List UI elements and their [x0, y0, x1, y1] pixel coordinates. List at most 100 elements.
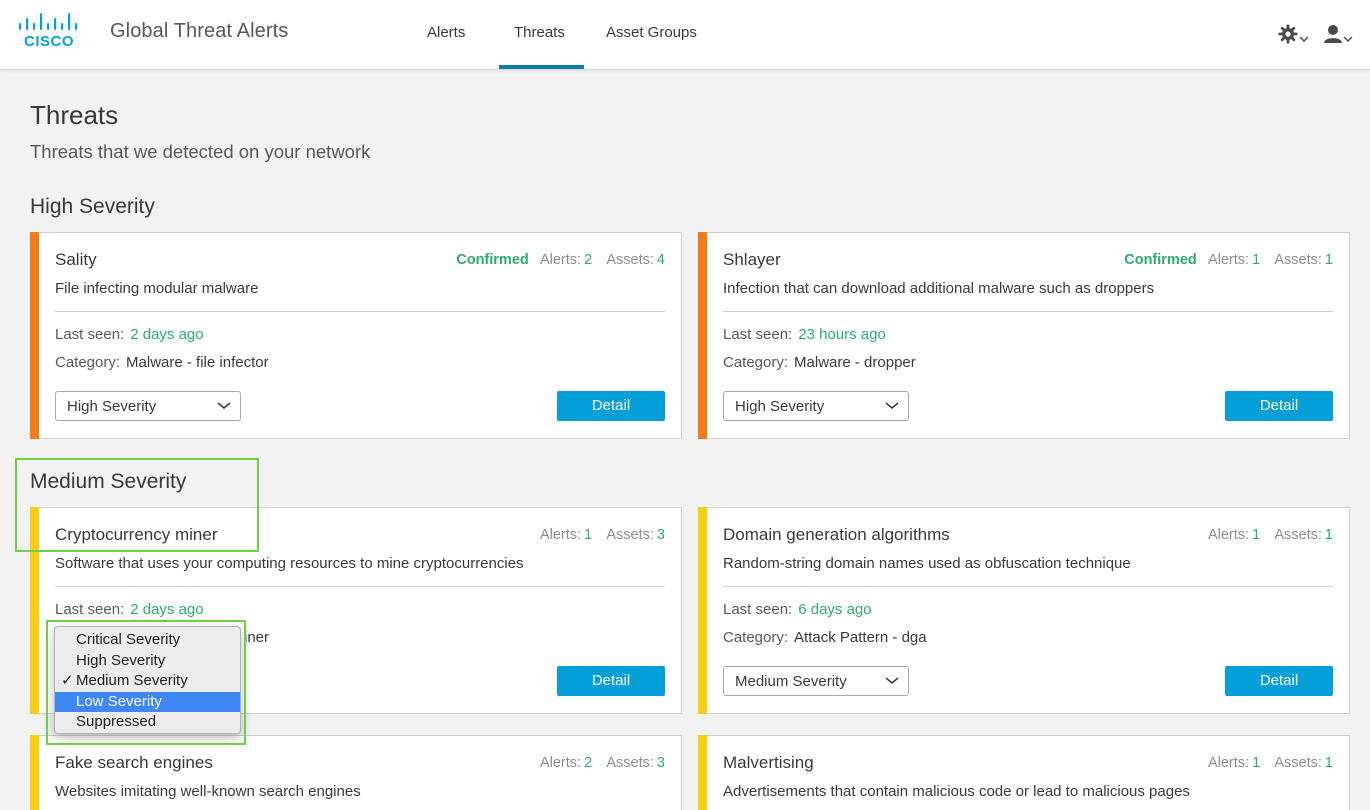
threat-stats: Confirmed Alerts: 1 Assets: 1 [1124, 252, 1333, 268]
threat-card-malvertising: Malvertising Alerts: 1 Assets: 1 Advertise… [698, 735, 1350, 810]
assets-label: Assets: [606, 755, 654, 771]
threat-description: File infecting modular malware [55, 280, 259, 297]
assets-label: Assets: [1274, 755, 1322, 771]
threat-stats: Alerts: 1 Assets: 1 [1208, 527, 1333, 543]
alerts-count: 2 [584, 755, 593, 771]
threat-card-shlayer: Shlayer Confirmed Alerts: 1 Assets: 1 Infe… [698, 232, 1350, 439]
tab-threats[interactable]: Threats [514, 24, 565, 41]
category-value: Malware - dropper [794, 354, 916, 371]
active-tab-indicator [499, 65, 584, 69]
threat-name[interactable]: Domain generation algorithms [723, 525, 950, 545]
threat-stats: Alerts: 1 Assets: 1 [1208, 755, 1333, 771]
category-label: Category: [723, 629, 789, 646]
category-row: Category: Malware - file infector [55, 354, 269, 371]
threat-description: Random-string domain names used as obfus… [723, 555, 1131, 572]
threat-card-sality: Sality Confirmed Alerts: 2 Assets: 4 File … [30, 232, 682, 439]
divider [55, 311, 665, 312]
category-row: Category: Malware - dropper [723, 354, 916, 371]
assets-label: Assets: [606, 252, 654, 268]
last-seen-row: Last seen: 2 days ago [55, 326, 204, 343]
alerts-count: 1 [1252, 252, 1261, 268]
assets-label: Assets: [1274, 527, 1322, 543]
last-seen-value: 6 days ago [798, 601, 872, 618]
assets-count: 1 [1324, 755, 1333, 771]
severity-value: Medium Severity [735, 673, 847, 690]
assets-label: Assets: [606, 527, 654, 543]
alerts-label: Alerts: [539, 252, 582, 268]
confirmed-badge: Confirmed [456, 252, 529, 268]
threat-description: Software that uses your computing resour… [55, 555, 524, 572]
category-value: Malware - file infector [126, 354, 269, 371]
chevron-down-icon [217, 402, 231, 409]
section-title-high: High Severity [30, 195, 155, 218]
category-value: Attack Pattern - dga [794, 629, 927, 646]
chevron-down-icon [885, 677, 899, 684]
category-row: Category: Attack Pattern - dga [723, 629, 927, 646]
settings-menu[interactable] [1278, 22, 1314, 48]
last-seen-label: Last seen: [723, 326, 793, 343]
alerts-label: Alerts: [1207, 252, 1250, 268]
threat-name[interactable]: Fake search engines [55, 753, 213, 773]
detail-button[interactable]: Detail [1225, 391, 1333, 421]
threat-card-domain-generation-algorithms: Domain generation algorithms Alerts: 1 As… [698, 507, 1350, 714]
chevron-down-icon [1299, 36, 1309, 42]
threat-stats: Alerts: 1 Assets: 3 [540, 527, 665, 543]
last-seen-value: 23 hours ago [798, 326, 886, 343]
severity-stripe [698, 232, 707, 439]
detail-button[interactable]: Detail [557, 666, 665, 696]
top-nav-bar: CISCO Global Threat Alerts Alerts Threat… [0, 0, 1370, 70]
severity-select[interactable]: High Severity [55, 391, 241, 421]
tab-asset-groups[interactable]: Asset Groups [606, 24, 697, 41]
category-value-partial: iner [244, 629, 270, 646]
assets-count: 1 [1324, 252, 1333, 268]
severity-select[interactable]: Medium Severity [723, 666, 909, 696]
detail-button[interactable]: Detail [557, 391, 665, 421]
severity-stripe [698, 735, 707, 810]
gear-icon [1278, 24, 1309, 44]
severity-select[interactable]: High Severity [723, 391, 909, 421]
assets-count: 1 [1324, 527, 1333, 543]
category-label: Category: [723, 354, 789, 371]
last-seen-label: Last seen: [55, 326, 125, 343]
alerts-count: 1 [1252, 527, 1261, 543]
alerts-count: 1 [1252, 755, 1261, 771]
last-seen-row: Last seen: 2 days ago [55, 601, 204, 618]
alerts-label: Alerts: [539, 755, 582, 771]
divider [55, 586, 665, 587]
severity-value: High Severity [735, 398, 825, 415]
threat-name[interactable]: Shlayer [723, 250, 781, 270]
alerts-label: Alerts: [539, 527, 582, 543]
user-menu[interactable] [1322, 22, 1358, 48]
last-seen-value: 2 days ago [130, 326, 204, 343]
last-seen-row: Last seen: 23 hours ago [723, 326, 886, 343]
alerts-label: Alerts: [1207, 755, 1250, 771]
divider [723, 311, 1333, 312]
page-title: Threats [30, 100, 119, 130]
threat-description: Advertisements that contain malicious co… [723, 783, 1190, 800]
threat-description: Infection that can download additional m… [723, 280, 1155, 297]
last-seen-row: Last seen: 6 days ago [723, 601, 872, 618]
last-seen-label: Last seen: [55, 601, 125, 618]
detail-button[interactable]: Detail [1225, 666, 1333, 696]
threat-stats: Confirmed Alerts: 2 Assets: 4 [456, 252, 665, 268]
assets-count: 3 [656, 527, 665, 543]
alerts-count: 2 [584, 252, 593, 268]
chevron-down-icon [1343, 36, 1353, 42]
threat-stats: Alerts: 2 Assets: 3 [540, 755, 665, 771]
alerts-count: 1 [584, 527, 593, 543]
category-label: Category: [55, 354, 121, 371]
divider [723, 586, 1333, 587]
threat-name[interactable]: Sality [55, 250, 97, 270]
severity-stripe [30, 232, 39, 439]
threat-card-fake-search-engines: Fake search engines Alerts: 2 Assets: 3 We… [30, 735, 682, 810]
severity-stripe [30, 735, 39, 810]
assets-label: Assets: [1274, 252, 1322, 268]
cisco-logo[interactable]: CISCO [18, 12, 82, 50]
last-seen-label: Last seen: [723, 601, 793, 618]
tab-alerts[interactable]: Alerts [427, 24, 465, 41]
threat-name[interactable]: Malvertising [723, 753, 814, 773]
app-title: Global Threat Alerts [110, 20, 289, 42]
annotation-box-section [15, 458, 259, 552]
severity-value: High Severity [67, 398, 157, 415]
assets-count: 3 [656, 755, 665, 771]
